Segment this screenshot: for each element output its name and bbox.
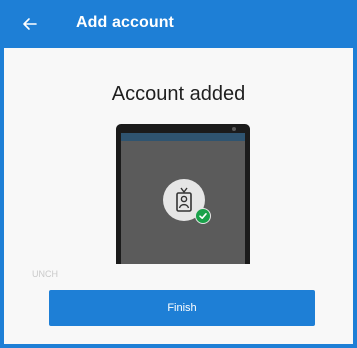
phone-screen — [121, 141, 245, 264]
page-title: Add account — [76, 14, 174, 31]
phone-camera — [232, 127, 236, 131]
faint-text: UNCH — [32, 269, 58, 279]
phone-illustration — [116, 124, 250, 264]
back-arrow-icon[interactable] — [18, 12, 42, 36]
app-bar: Add account — [0, 0, 357, 48]
finish-button[interactable]: Finish — [49, 290, 315, 326]
phone-status-bar — [121, 133, 245, 141]
account-added-heading: Account added — [111, 83, 246, 105]
checkmark-icon — [195, 208, 211, 224]
